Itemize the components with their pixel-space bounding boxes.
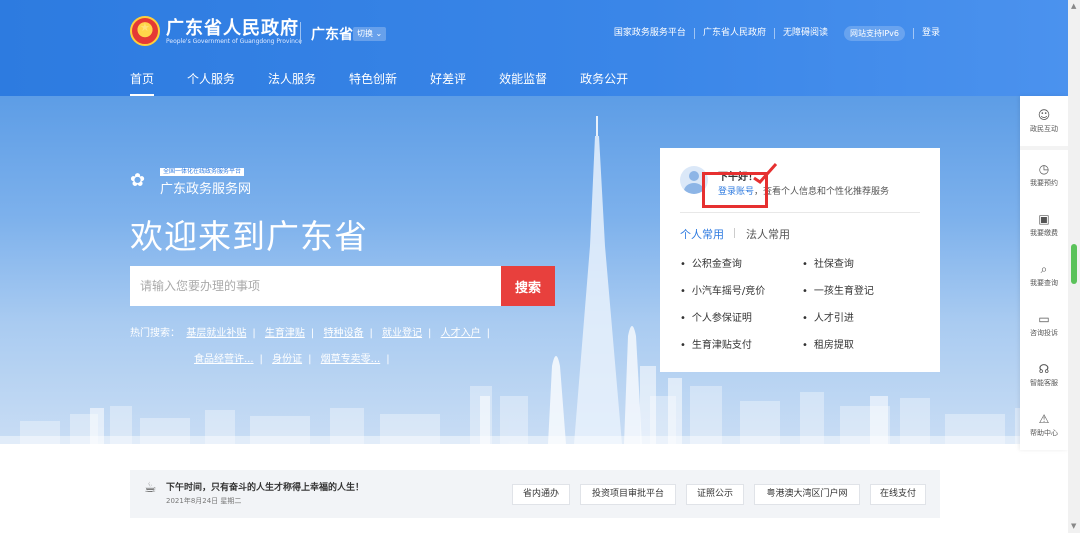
separator: | bbox=[310, 328, 315, 339]
nav-legal-service[interactable]: 法人服务 bbox=[268, 70, 316, 87]
sidebar-item-complaint[interactable]: ▭ 咨询投诉 bbox=[1020, 300, 1068, 350]
separator: | bbox=[369, 328, 373, 339]
sidebar-item-interaction[interactable]: ☺ 政民互动 bbox=[1020, 96, 1068, 146]
divider bbox=[680, 212, 920, 213]
page-scrollbar[interactable]: ▲ ▼ bbox=[1068, 0, 1080, 533]
sidebar-label: 帮助中心 bbox=[1030, 429, 1058, 437]
switch-label: 切换 bbox=[357, 29, 373, 38]
separator: | bbox=[259, 354, 263, 365]
nav-innovation[interactable]: 特色创新 bbox=[349, 70, 397, 87]
pinwheel-logo-icon: ✿ bbox=[130, 170, 146, 191]
separator: | bbox=[428, 328, 432, 339]
notice-text: 下午时间，只有奋斗的人生才称得上幸福的人生！ bbox=[166, 483, 365, 493]
service-link[interactable]: 公积金查询 bbox=[680, 255, 742, 270]
tab-personal-common[interactable]: 个人常用 bbox=[680, 226, 724, 242]
help-icon: ⚠ bbox=[1038, 412, 1050, 426]
sidebar-label: 我要预约 bbox=[1030, 179, 1058, 187]
sidebar-item-appointment[interactable]: ◷ 我要预约 bbox=[1020, 150, 1068, 200]
hot-search-item[interactable]: 人才入户 bbox=[441, 328, 481, 339]
scroll-up-icon[interactable]: ▲ bbox=[1071, 2, 1076, 10]
site-title[interactable]: 广东省人民政府 bbox=[166, 14, 299, 40]
link-accessibility[interactable]: 无障碍阅读 bbox=[773, 28, 836, 39]
top-links: 国家政务服务平台 广东省人民政府 无障碍阅读 网站支持IPv6 登录 bbox=[606, 26, 940, 41]
sidebar-label: 咨询投诉 bbox=[1030, 329, 1058, 337]
national-emblem-icon[interactable] bbox=[130, 16, 160, 46]
separator: | bbox=[308, 354, 312, 365]
search-button[interactable]: 搜索 bbox=[501, 266, 555, 306]
service-link[interactable]: 小汽车摇号/竞价 bbox=[680, 282, 765, 297]
service-link[interactable]: 生育津贴支付 bbox=[680, 336, 752, 351]
sidebar-label: 我要缴费 bbox=[1030, 229, 1058, 237]
scroll-thumb[interactable] bbox=[1071, 244, 1077, 284]
link-national-platform[interactable]: 国家政务服务平台 bbox=[606, 28, 694, 39]
service-link[interactable]: 个人参保证明 bbox=[680, 309, 752, 324]
hot-search-item[interactable]: 烟草专卖零... bbox=[321, 354, 381, 365]
nav-home[interactable]: 首页 bbox=[130, 70, 155, 97]
service-link[interactable]: 社保查询 bbox=[802, 255, 854, 270]
region-name: 广东省 bbox=[311, 27, 353, 43]
divider bbox=[734, 228, 735, 238]
sidebar-label: 我要查询 bbox=[1030, 279, 1058, 287]
nav-supervision[interactable]: 效能监督 bbox=[499, 70, 547, 87]
quick-link-button[interactable]: 粤港澳大湾区门户网 bbox=[754, 484, 860, 505]
coffee-cup-icon: ☕ bbox=[144, 480, 157, 496]
nav-personal-service[interactable]: 个人服务 bbox=[187, 70, 235, 87]
hot-search-item[interactable]: 食品经营许... bbox=[194, 354, 254, 365]
separator: | bbox=[486, 328, 490, 339]
hot-search-item[interactable]: 身份证 bbox=[272, 354, 302, 365]
separator: | bbox=[386, 354, 390, 365]
headset-icon: ☊ bbox=[1038, 362, 1050, 376]
right-sidebar: ☺ 政民互动 ◷ 我要预约 ▣ 我要缴费 ⌕ 我要查询 ▭ 咨询投诉 ☊ 智能客… bbox=[1020, 96, 1068, 450]
payment-icon: ▣ bbox=[1038, 212, 1050, 226]
welcome-heading: 欢迎来到广东省 bbox=[130, 217, 368, 256]
hero-banner: ✿ 全国一体化在线政务服务平台 广东政务服务网 欢迎来到广东省 搜索 热门搜索：… bbox=[0, 96, 1068, 444]
ipv6-badge: 网站支持IPv6 bbox=[843, 26, 905, 41]
hot-searches: 热门搜索： 基层就业补贴 | 生育津贴 | 特种设备 | 就业登记 | 人才入户 | 食品… bbox=[130, 321, 550, 373]
hot-search-item[interactable]: 基层就业补贴 bbox=[186, 328, 246, 339]
link-province-government[interactable]: 广东省人民政府 bbox=[693, 28, 774, 39]
region-switch-button[interactable]: 切换 ⌄ bbox=[353, 27, 387, 41]
service-link[interactable]: 租房提取 bbox=[802, 336, 854, 351]
site-subtitle: People's Government of Guangdong Provinc… bbox=[166, 38, 302, 45]
quick-link-button[interactable]: 省内通办 bbox=[512, 484, 570, 505]
top-header: 广东省人民政府 People's Government of Guangdong… bbox=[0, 0, 1068, 97]
search-icon: ⌕ bbox=[1040, 262, 1048, 276]
sidebar-item-help[interactable]: ⚠ 帮助中心 bbox=[1020, 400, 1068, 450]
notice-date: 2021年8月24日 星期二 bbox=[166, 497, 242, 505]
login-card: 下午好！ 登录账号，查看个人信息和个性化推荐服务 个人常用 法人常用 公积金查询… bbox=[660, 148, 940, 372]
separator: | bbox=[252, 328, 256, 339]
chevron-down-icon: ⌄ bbox=[373, 29, 383, 38]
search-input[interactable] bbox=[130, 266, 501, 306]
clock-icon: ◷ bbox=[1038, 162, 1050, 176]
quick-link-button[interactable]: 证照公示 bbox=[686, 484, 744, 505]
sidebar-label: 智能客服 bbox=[1030, 379, 1058, 387]
chat-icon: ☺ bbox=[1037, 108, 1051, 122]
login-button[interactable]: 登录 bbox=[912, 28, 940, 39]
brand-name[interactable]: 广东政务服务网 bbox=[160, 178, 251, 197]
hot-search-item[interactable]: 生育津贴 bbox=[265, 328, 305, 339]
sidebar-item-payment[interactable]: ▣ 我要缴费 bbox=[1020, 200, 1068, 250]
hot-search-item[interactable]: 特种设备 bbox=[323, 328, 363, 339]
divider bbox=[300, 22, 301, 44]
sidebar-label: 政民互动 bbox=[1030, 125, 1058, 133]
annotation-check-icon bbox=[753, 163, 778, 184]
hot-search-label: 热门搜索： bbox=[130, 328, 180, 339]
nav-evaluation[interactable]: 好差评 bbox=[430, 70, 466, 87]
quick-link-button[interactable]: 在线支付 bbox=[870, 484, 926, 505]
brand-tag: 全国一体化在线政务服务平台 bbox=[160, 168, 245, 176]
service-link[interactable]: 人才引进 bbox=[802, 309, 854, 324]
login-description: ，查看个人信息和个性化推荐服务 bbox=[754, 187, 890, 197]
scroll-down-icon[interactable]: ▼ bbox=[1071, 522, 1076, 530]
nav-gov-affairs[interactable]: 政务公开 bbox=[580, 70, 628, 87]
sidebar-item-query[interactable]: ⌕ 我要查询 bbox=[1020, 250, 1068, 300]
message-icon: ▭ bbox=[1038, 312, 1050, 326]
quick-link-button[interactable]: 投资项目审批平台 bbox=[580, 484, 676, 505]
sidebar-item-customer-service[interactable]: ☊ 智能客服 bbox=[1020, 350, 1068, 400]
service-link[interactable]: 一孩生育登记 bbox=[802, 282, 874, 297]
main-nav: 首页 个人服务 法人服务 特色创新 好差评 效能监督 政务公开 bbox=[130, 70, 661, 97]
tab-legal-common[interactable]: 法人常用 bbox=[746, 226, 790, 242]
hot-search-item[interactable]: 就业登记 bbox=[382, 328, 422, 339]
notice-bar: ☕ 下午时间，只有奋斗的人生才称得上幸福的人生！ 2021年8月24日 星期二 … bbox=[130, 470, 940, 518]
